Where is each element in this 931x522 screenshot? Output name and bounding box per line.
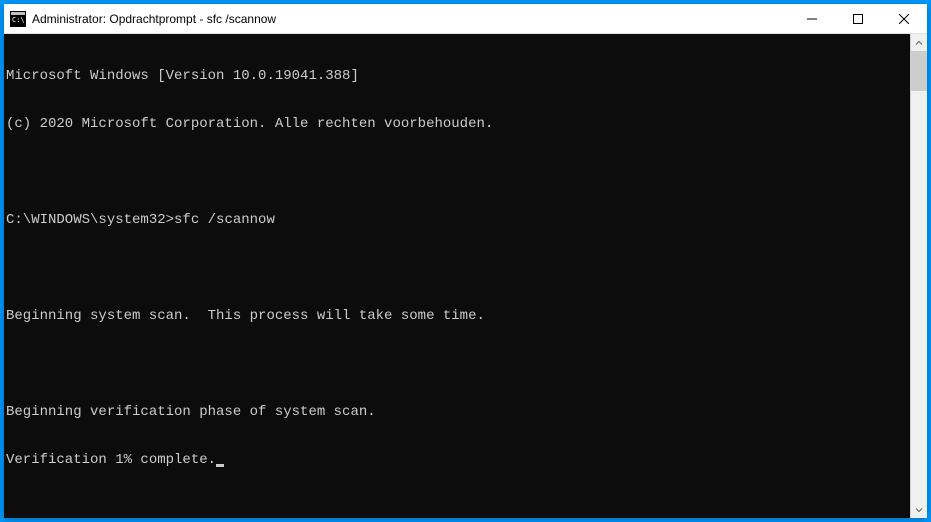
output-line: (c) 2020 Microsoft Corporation. Alle rec… [6,116,910,132]
maximize-icon [853,14,863,24]
close-icon [899,14,909,24]
cmd-icon: C:\ [10,11,26,27]
svg-text:C:\: C:\ [12,16,25,24]
terminal-output[interactable]: Microsoft Windows [Version 10.0.19041.38… [4,34,910,518]
output-line: Microsoft Windows [Version 10.0.19041.38… [6,68,910,84]
close-button[interactable] [881,4,927,33]
terminal-area: Microsoft Windows [Version 10.0.19041.38… [4,34,927,518]
scroll-up-button[interactable] [911,34,927,51]
chevron-down-icon [915,506,923,514]
scroll-track[interactable] [911,51,927,501]
command-prompt-window: C:\ Administrator: Opdrachtprompt - sfc … [4,4,927,518]
progress-text: Verification 1% complete. [6,452,216,468]
cursor [216,464,224,467]
output-line: Beginning verification phase of system s… [6,404,910,420]
output-line [6,164,910,180]
vertical-scrollbar[interactable] [910,34,927,518]
scroll-thumb[interactable] [911,51,927,91]
window-title: Administrator: Opdrachtprompt - sfc /sca… [32,12,276,26]
minimize-icon [807,14,817,24]
command-text: sfc /scannow [174,212,275,228]
prompt-line: C:\WINDOWS\system32>sfc /scannow [6,212,910,228]
maximize-button[interactable] [835,4,881,33]
titlebar[interactable]: C:\ Administrator: Opdrachtprompt - sfc … [4,4,927,34]
chevron-up-icon [915,39,923,47]
output-line [6,356,910,372]
prompt: C:\WINDOWS\system32> [6,212,174,228]
window-controls [789,4,927,33]
output-line: Verification 1% complete. [6,452,910,468]
minimize-button[interactable] [789,4,835,33]
scroll-down-button[interactable] [911,501,927,518]
output-line [6,260,910,276]
output-line: Beginning system scan. This process will… [6,308,910,324]
